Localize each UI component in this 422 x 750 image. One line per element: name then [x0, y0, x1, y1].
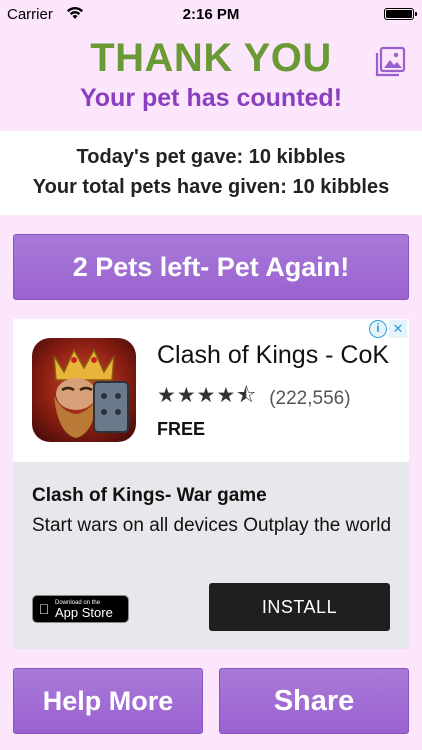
install-button[interactable]: INSTALL	[209, 583, 390, 631]
ad-choices[interactable]: i ✕	[369, 320, 407, 338]
ad-rating: ★★★★⯪ (222,556)	[157, 381, 351, 416]
battery-icon	[384, 8, 417, 20]
thank-you-screen: Carrier 2:16 PM THANK YOU Your pet has c…	[0, 0, 422, 750]
ad-price: FREE	[157, 419, 206, 439]
rating-stars: ★★★★⯪	[157, 384, 258, 407]
app-store-badge[interactable]:  Download on the App Store	[32, 595, 129, 623]
help-more-button[interactable]: Help More	[13, 668, 203, 734]
stats-panel: Today's pet gave: 10 kibbles Your total …	[0, 131, 422, 215]
clock: 2:16 PM	[182, 6, 240, 23]
ad-app-card[interactable]: i ✕ Clash of Kings - CoK ★★★★⯪ (222,556)…	[13, 319, 409, 462]
ad-close-icon[interactable]: ✕	[389, 320, 407, 338]
pet-again-button[interactable]: 2 Pets left- Pet Again!	[13, 234, 409, 300]
page-title: THANK YOU	[90, 36, 332, 80]
app-icon[interactable]	[32, 338, 136, 442]
page-subtitle: Your pet has counted!	[79, 84, 343, 112]
rating-count: (222,556)	[269, 387, 351, 409]
ad-app-name[interactable]: Clash of Kings - CoK	[157, 341, 389, 370]
status-bar: Carrier 2:16 PM	[0, 0, 422, 30]
share-button[interactable]: Share	[219, 668, 409, 734]
badge-big-text: App Store	[55, 604, 113, 620]
ad-banner[interactable]: i ✕ Clash of Kings - CoK ★★★★⯪ (222,556)…	[13, 319, 409, 649]
ad-info-icon[interactable]: i	[369, 320, 387, 338]
today-kibbles-text: Today's pet gave: 10 kibbles	[76, 146, 346, 168]
apple-logo-icon: 	[33, 601, 55, 617]
total-kibbles-text: Your total pets have given: 10 kibbles	[32, 176, 390, 198]
ad-headline[interactable]: Clash of Kings- War game	[32, 485, 267, 507]
photo-gallery-icon[interactable]	[374, 46, 406, 78]
ad-body-text[interactable]: Start wars on all devices Outplay the wo…	[32, 512, 392, 540]
